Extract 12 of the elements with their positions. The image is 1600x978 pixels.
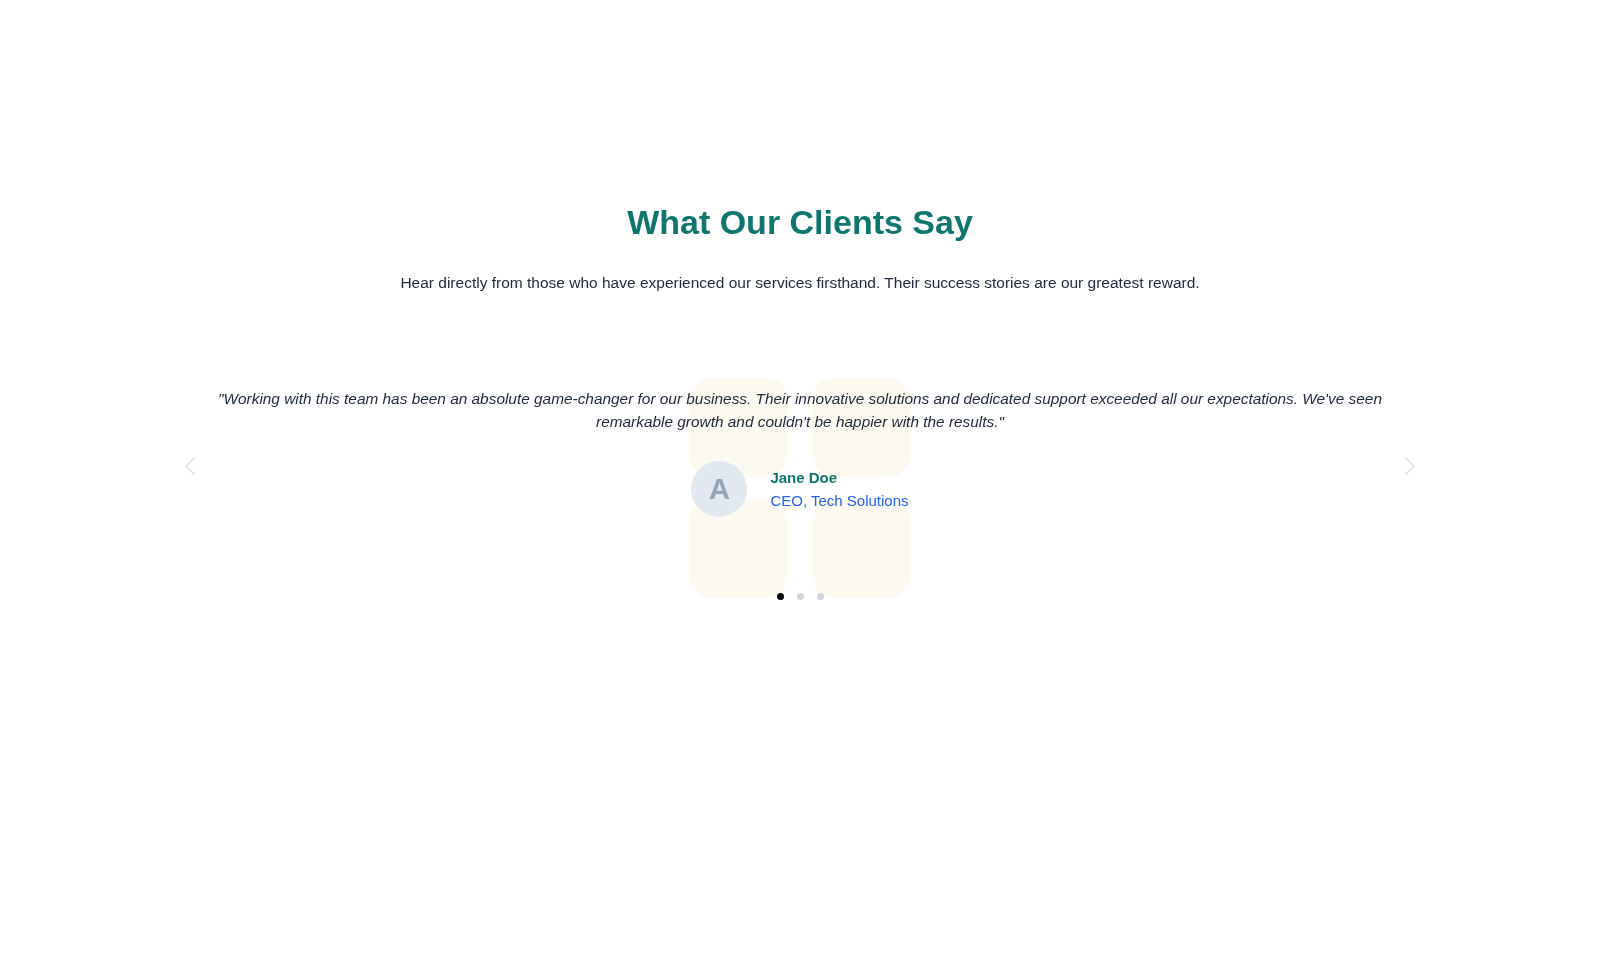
author-role: CEO, Tech Solutions: [770, 491, 909, 510]
chevron-left-icon: [185, 457, 195, 475]
section-subtitle: Hear directly from those who have experienced our services firsthand. Their success stories are our greatest reward.: [400, 273, 1200, 293]
carousel-dot[interactable]: [816, 593, 824, 600]
chevron-right-icon: [1405, 457, 1415, 475]
carousel-dot[interactable]: [796, 593, 804, 600]
previous-button[interactable]: [185, 454, 195, 478]
author-name: Jane Doe: [770, 468, 839, 487]
carousel-dot[interactable]: [776, 593, 784, 600]
section-heading: What Our Clients Say: [627, 202, 973, 243]
next-button[interactable]: [1405, 454, 1415, 478]
testimonial-quote: "Working with this team has been an absolute game-changer for our business. Their innovative solutions and dedicated support exceeded all our expectations. We've seen remarkable growth and couldn't be happier with the results.": [217, 389, 1383, 432]
